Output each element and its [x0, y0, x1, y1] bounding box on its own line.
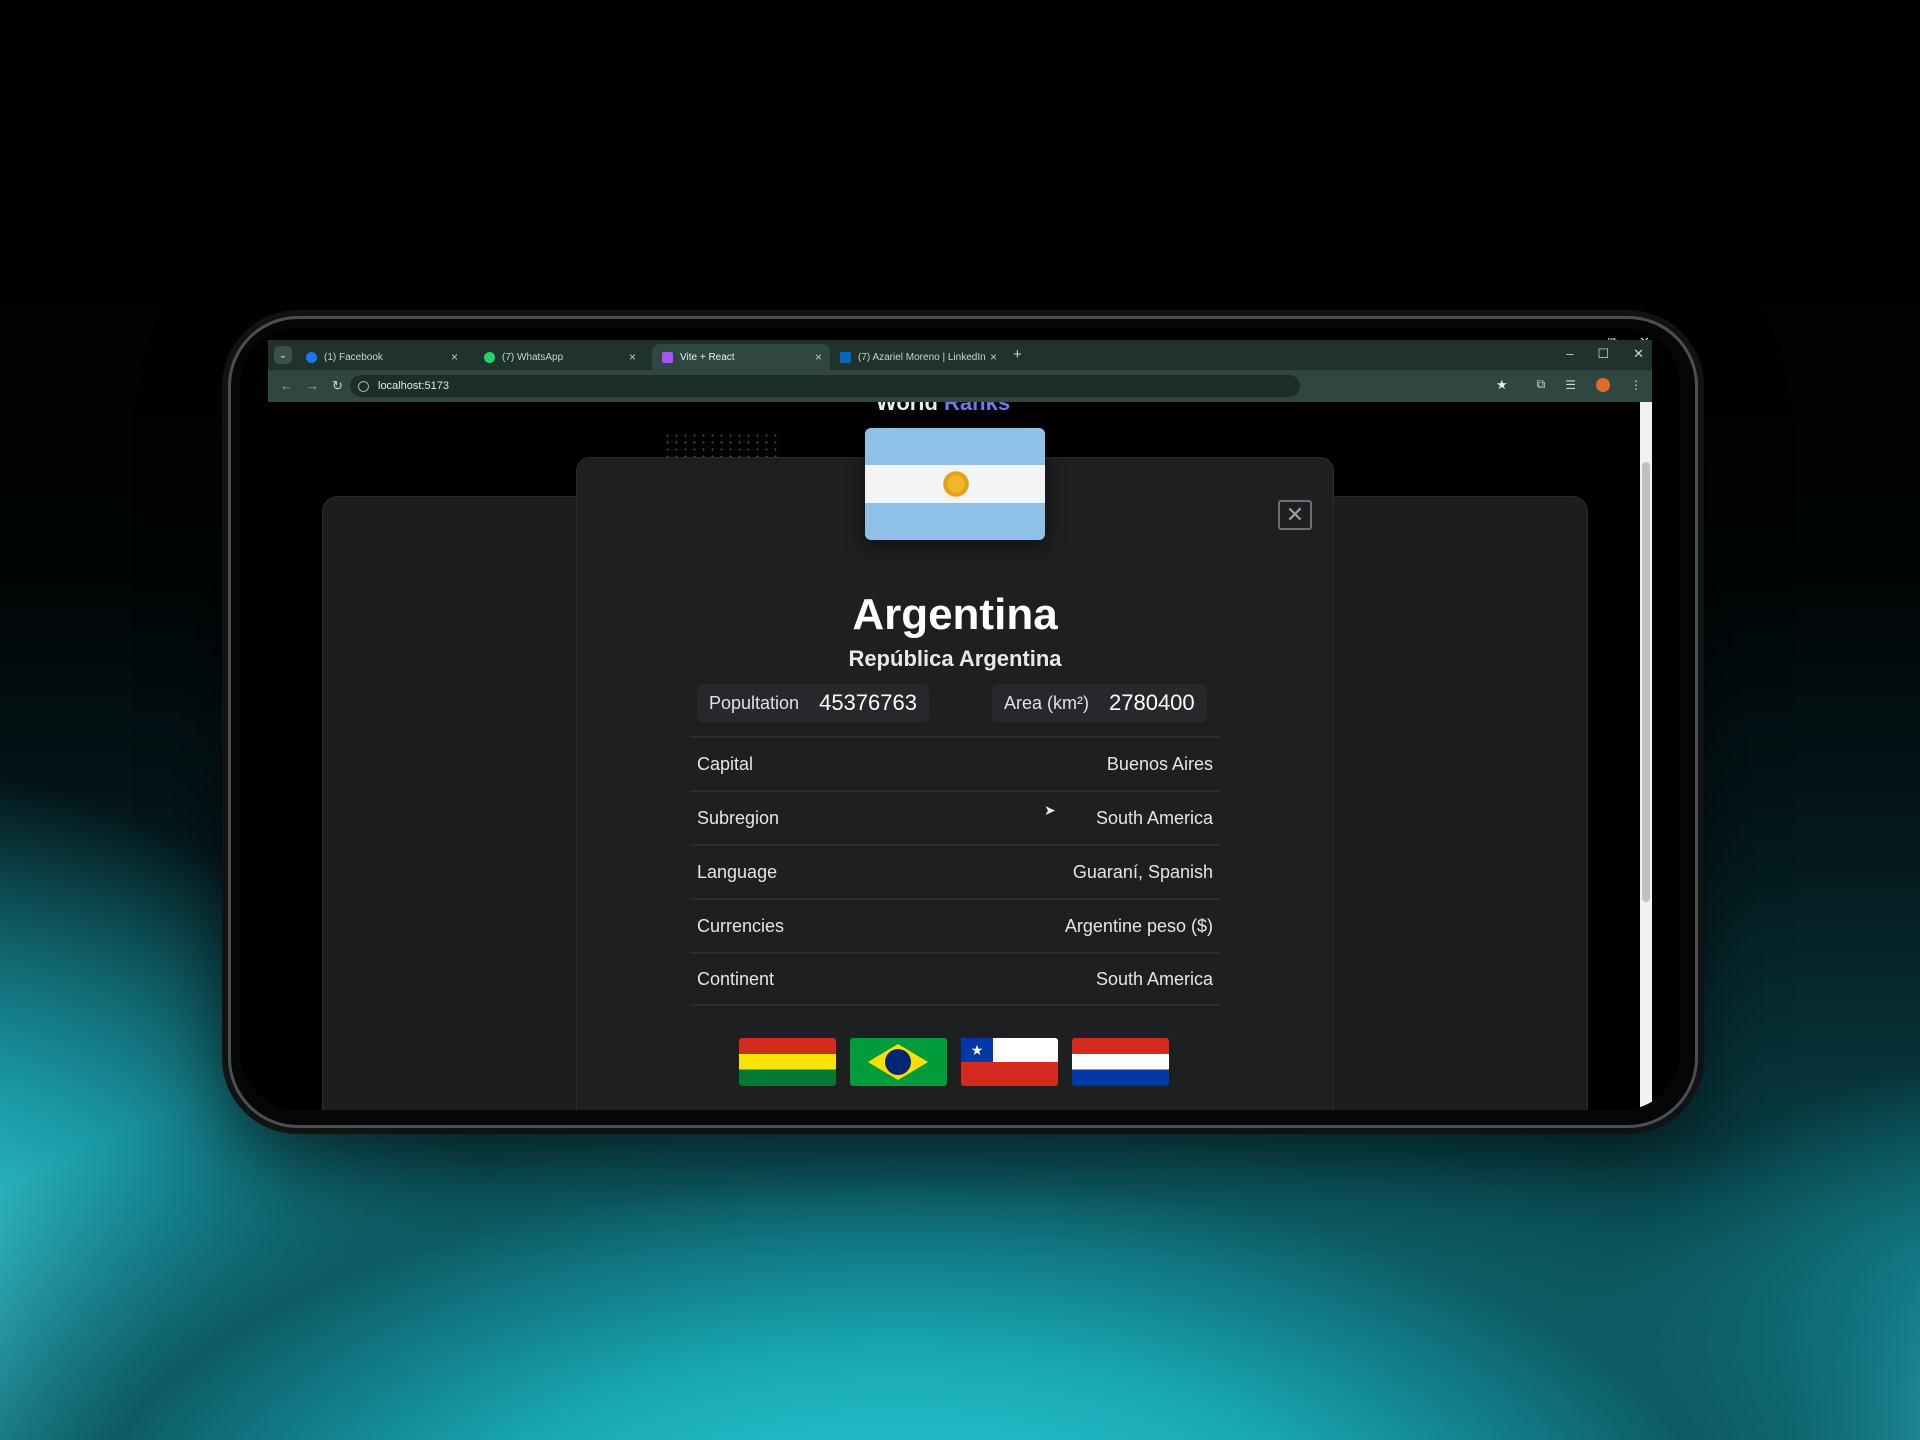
detail-value: South America: [1095, 968, 1213, 989]
detail-row-currencies: Currencies Argentine peso ($): [690, 898, 1220, 952]
scrollbar-thumb[interactable]: [1642, 462, 1650, 902]
tab-title: (1) Facebook: [324, 351, 383, 363]
area-label: Area (km²): [1004, 692, 1089, 713]
detail-row-continent: Continent South America: [690, 952, 1220, 1006]
site-info-icon[interactable]: [358, 380, 369, 392]
detail-value: Guaraní, Spanish: [1072, 861, 1213, 882]
country-detail-modal: ✕ Argentina República Argentina Popultat…: [576, 428, 1334, 1110]
tab-close-icon[interactable]: ×: [451, 350, 458, 364]
whatsapp-icon: [484, 351, 495, 363]
web-page: World Ranks ✕ Argentina República Argent…: [268, 402, 1652, 1110]
tab-title: Vite + React: [680, 351, 735, 363]
extensions-icon[interactable]: ⧉: [1537, 377, 1546, 392]
reload-icon[interactable]: ↻: [332, 378, 343, 394]
tab-title: (7) Azariel Moreno | LinkedIn: [858, 351, 986, 363]
neighbouring-countries: ★: [739, 1038, 1169, 1086]
area-stat: Area (km²) 2780400: [992, 684, 1207, 722]
country-details-list: Capital Buenos Aires Subregion South Ame…: [690, 736, 1220, 1006]
close-modal-button[interactable]: ✕: [1278, 500, 1312, 530]
toolbar-actions: ⧉ ☰ ⋮: [1537, 377, 1642, 392]
area-value: 2780400: [1109, 690, 1195, 715]
population-value: 45376763: [819, 690, 917, 715]
profile-avatar[interactable]: [1596, 377, 1610, 392]
window-controls: – ☐ ✕: [1566, 346, 1644, 362]
app-title-part2: Ranks: [944, 402, 1011, 415]
app-title-part1: World: [876, 402, 938, 415]
media-control-icon[interactable]: ☰: [1565, 378, 1576, 392]
browser-menu-icon[interactable]: ⋮: [1630, 378, 1642, 392]
detail-label: Currencies: [697, 915, 785, 936]
detail-label: Subregion: [697, 807, 780, 828]
detail-label: Capital: [697, 753, 754, 774]
new-tab-button[interactable]: +: [1013, 346, 1022, 363]
vite-icon: [662, 351, 673, 363]
linkedin-icon: [840, 351, 851, 363]
minimize-icon[interactable]: –: [1566, 346, 1573, 362]
close-window-icon[interactable]: ✕: [1633, 346, 1644, 362]
paraguay-flag-button[interactable]: [1072, 1038, 1169, 1086]
tab-facebook[interactable]: (1) Facebook ×: [296, 344, 466, 370]
country-official-name: República Argentina: [848, 646, 1062, 671]
mouse-cursor-icon: ➤: [1044, 802, 1056, 818]
tab-search-dropdown-icon[interactable]: ⌄: [274, 346, 292, 364]
facebook-icon: [306, 351, 317, 363]
back-arrow-icon[interactable]: ←: [280, 378, 293, 393]
detail-value: Argentine peso ($): [1064, 915, 1213, 936]
app-title: World Ranks: [876, 402, 1010, 416]
detail-row-capital: Capital Buenos Aires: [690, 736, 1220, 790]
sun-of-may-icon: [943, 471, 969, 497]
country-name: Argentina: [852, 590, 1058, 639]
tab-close-icon[interactable]: ×: [815, 350, 822, 364]
forward-arrow-icon[interactable]: →: [306, 378, 319, 393]
detail-row-language: Language Guaraní, Spanish: [690, 844, 1220, 898]
tab-title: (7) WhatsApp: [502, 351, 564, 363]
population-label: Popultation: [709, 692, 800, 713]
tab-whatsapp[interactable]: (7) WhatsApp ×: [474, 344, 644, 370]
argentina-flag: [865, 428, 1045, 540]
detail-label: Language: [697, 861, 778, 882]
maximize-icon[interactable]: ☐: [1597, 346, 1609, 362]
chile-flag-button[interactable]: ★: [961, 1038, 1058, 1086]
browser-window: ⌄ (1) Facebook × (7) WhatsApp × Vite + R…: [268, 340, 1652, 1110]
address-bar[interactable]: localhost:5173: [350, 375, 1300, 397]
detail-label: Continent: [697, 968, 775, 989]
tab-vite-react[interactable]: Vite + React ×: [652, 344, 830, 370]
browser-toolbar: ← → ↻ localhost:5173 ★ ⧉ ☰ ⋮: [268, 370, 1652, 402]
tab-close-icon[interactable]: ×: [629, 350, 636, 364]
detail-value: Buenos Aires: [1106, 753, 1213, 774]
tab-linkedin[interactable]: (7) Azariel Moreno | LinkedIn ×: [830, 344, 1005, 370]
device-screen: – ⧉ ✕ ⌄ (1) Facebook × (7) WhatsApp × Vi…: [240, 328, 1680, 1110]
bookmark-star-icon[interactable]: ★: [1496, 377, 1508, 393]
address-url: localhost:5173: [378, 380, 449, 392]
star-icon: ★: [961, 1038, 993, 1062]
page-scrollbar[interactable]: [1640, 402, 1652, 1110]
detail-value: South America: [1095, 807, 1213, 828]
detail-row-subregion: Subregion South America: [690, 790, 1220, 844]
bolivia-flag-button[interactable]: [739, 1038, 836, 1086]
brazil-flag-button[interactable]: [850, 1038, 947, 1086]
tab-close-icon[interactable]: ×: [990, 350, 997, 364]
population-stat: Popultation 45376763: [697, 684, 929, 722]
tab-bar: ⌄ (1) Facebook × (7) WhatsApp × Vite + R…: [268, 340, 1652, 370]
